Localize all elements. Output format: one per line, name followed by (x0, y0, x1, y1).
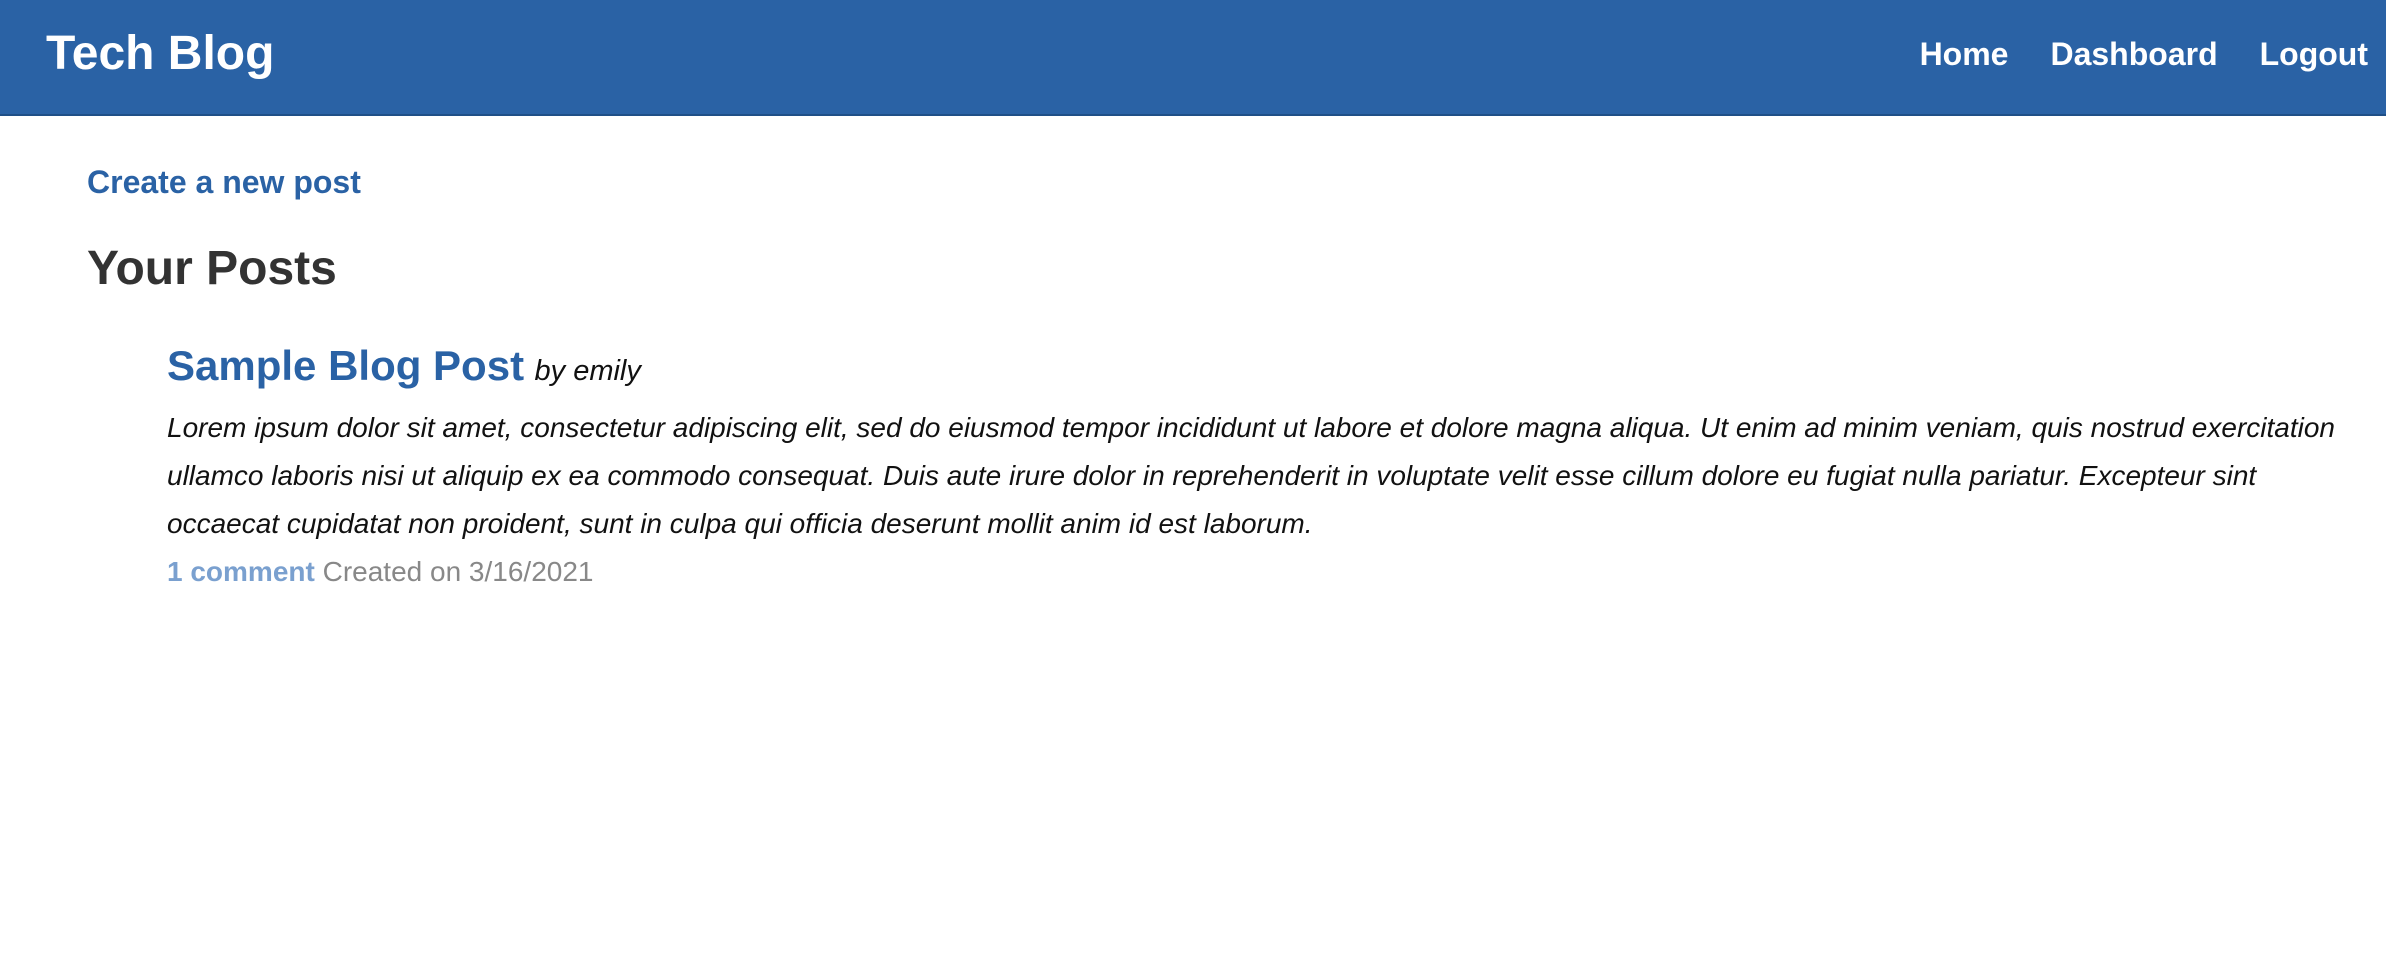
post-title-link[interactable]: Sample Blog Post (167, 342, 524, 389)
nav-dashboard-link[interactable]: Dashboard (2050, 30, 2217, 78)
post-body: Lorem ipsum dolor sit amet, consectetur … (167, 412, 2335, 539)
post-meta: 1 comment Created on 3/16/2021 (167, 548, 2327, 596)
nav-logout-link[interactable]: Logout (2260, 30, 2368, 78)
top-navbar: Tech Blog Home Dashboard Logout (0, 0, 2386, 116)
create-post-link[interactable]: Create a new post (87, 160, 361, 204)
post-comments-link[interactable]: 1 comment (167, 556, 315, 587)
main-nav: Home Dashboard Logout (1920, 30, 2368, 78)
your-posts-heading: Your Posts (87, 242, 337, 295)
post-header: Sample Blog Post by emily (167, 338, 2327, 404)
nav-home-link[interactable]: Home (1920, 30, 2009, 78)
post-author: by emily (534, 355, 641, 387)
post-item: Sample Blog Post by emily Lorem ipsum do… (167, 338, 2335, 596)
post-created-date: Created on 3/16/2021 (322, 556, 594, 587)
dashboard-main: Create a new post Your Posts Sample Blog… (87, 160, 2335, 596)
site-brand-link[interactable]: Tech Blog (46, 24, 274, 84)
